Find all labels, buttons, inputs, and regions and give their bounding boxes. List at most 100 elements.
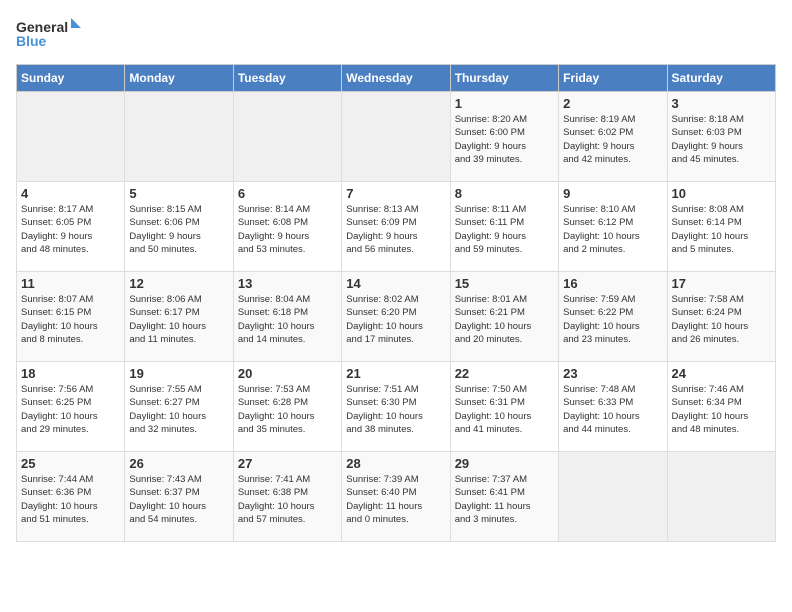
day-info: Sunrise: 7:37 AM Sunset: 6:41 PM Dayligh… (455, 473, 554, 526)
calendar-cell: 12 Sunrise: 8:06 AM Sunset: 6:17 PM Dayli… (125, 272, 233, 362)
calendar-cell: 4 Sunrise: 8:17 AM Sunset: 6:05 PM Daylig… (17, 182, 125, 272)
calendar-cell: 1 Sunrise: 8:20 AM Sunset: 6:00 PM Daylig… (450, 92, 558, 182)
day-info: Sunrise: 7:59 AM Sunset: 6:22 PM Dayligh… (563, 293, 662, 346)
day-info: Sunrise: 8:04 AM Sunset: 6:18 PM Dayligh… (238, 293, 337, 346)
calendar-cell (17, 92, 125, 182)
day-info: Sunrise: 7:48 AM Sunset: 6:33 PM Dayligh… (563, 383, 662, 436)
calendar-cell: 6 Sunrise: 8:14 AM Sunset: 6:08 PM Daylig… (233, 182, 341, 272)
day-info: Sunrise: 8:17 AM Sunset: 6:05 PM Dayligh… (21, 203, 120, 256)
day-header-thursday: Thursday (450, 65, 558, 92)
day-number: 13 (238, 276, 337, 291)
calendar-cell: 10Sunrise: 8:08 AM Sunset: 6:14 PM Dayli… (667, 182, 775, 272)
calendar-cell: 21 Sunrise: 7:51 AM Sunset: 6:30 PM Dayli… (342, 362, 450, 452)
day-info: Sunrise: 7:44 AM Sunset: 6:36 PM Dayligh… (21, 473, 120, 526)
day-info: Sunrise: 7:50 AM Sunset: 6:31 PM Dayligh… (455, 383, 554, 436)
day-number: 15 (455, 276, 554, 291)
page-header: GeneralBlue (16, 16, 776, 52)
day-number: 19 (129, 366, 228, 381)
day-number: 21 (346, 366, 445, 381)
calendar-week-5: 25 Sunrise: 7:44 AM Sunset: 6:36 PM Dayli… (17, 452, 776, 542)
day-info: Sunrise: 7:46 AM Sunset: 6:34 PM Dayligh… (672, 383, 771, 436)
calendar-week-2: 4 Sunrise: 8:17 AM Sunset: 6:05 PM Daylig… (17, 182, 776, 272)
day-info: Sunrise: 8:13 AM Sunset: 6:09 PM Dayligh… (346, 203, 445, 256)
day-number: 17 (672, 276, 771, 291)
day-info: Sunrise: 7:41 AM Sunset: 6:38 PM Dayligh… (238, 473, 337, 526)
day-info: Sunrise: 7:55 AM Sunset: 6:27 PM Dayligh… (129, 383, 228, 436)
calendar-cell: 8 Sunrise: 8:11 AM Sunset: 6:11 PM Daylig… (450, 182, 558, 272)
day-number: 28 (346, 456, 445, 471)
calendar-cell (667, 452, 775, 542)
calendar-cell: 2 Sunrise: 8:19 AM Sunset: 6:02 PM Daylig… (559, 92, 667, 182)
day-info: Sunrise: 7:51 AM Sunset: 6:30 PM Dayligh… (346, 383, 445, 436)
day-info: Sunrise: 8:14 AM Sunset: 6:08 PM Dayligh… (238, 203, 337, 256)
calendar-cell: 24 Sunrise: 7:46 AM Sunset: 6:34 PM Dayli… (667, 362, 775, 452)
day-number: 12 (129, 276, 228, 291)
day-info: Sunrise: 7:43 AM Sunset: 6:37 PM Dayligh… (129, 473, 228, 526)
calendar-week-4: 18 Sunrise: 7:56 AM Sunset: 6:25 PM Dayli… (17, 362, 776, 452)
day-info: Sunrise: 8:19 AM Sunset: 6:02 PM Dayligh… (563, 113, 662, 166)
day-number: 16 (563, 276, 662, 291)
logo: GeneralBlue (16, 16, 86, 52)
day-info: Sunrise: 8:18 AM Sunset: 6:03 PM Dayligh… (672, 113, 771, 166)
day-number: 22 (455, 366, 554, 381)
day-info: Sunrise: 8:02 AM Sunset: 6:20 PM Dayligh… (346, 293, 445, 346)
calendar-cell: 17 Sunrise: 7:58 AM Sunset: 6:24 PM Dayli… (667, 272, 775, 362)
day-info: Sunrise: 8:10 AM Sunset: 6:12 PM Dayligh… (563, 203, 662, 256)
calendar-cell: 29 Sunrise: 7:37 AM Sunset: 6:41 PM Dayli… (450, 452, 558, 542)
calendar-cell: 9 Sunrise: 8:10 AM Sunset: 6:12 PM Daylig… (559, 182, 667, 272)
calendar-cell (342, 92, 450, 182)
svg-text:Blue: Blue (16, 33, 47, 49)
day-number: 3 (672, 96, 771, 111)
calendar-header-row: SundayMondayTuesdayWednesdayThursdayFrid… (17, 65, 776, 92)
day-header-monday: Monday (125, 65, 233, 92)
day-header-wednesday: Wednesday (342, 65, 450, 92)
calendar-cell: 16 Sunrise: 7:59 AM Sunset: 6:22 PM Dayli… (559, 272, 667, 362)
calendar-cell (559, 452, 667, 542)
day-info: Sunrise: 7:56 AM Sunset: 6:25 PM Dayligh… (21, 383, 120, 436)
day-number: 24 (672, 366, 771, 381)
day-info: Sunrise: 7:53 AM Sunset: 6:28 PM Dayligh… (238, 383, 337, 436)
day-header-tuesday: Tuesday (233, 65, 341, 92)
day-number: 2 (563, 96, 662, 111)
calendar-week-3: 11 Sunrise: 8:07 AM Sunset: 6:15 PM Dayli… (17, 272, 776, 362)
calendar-cell: 19 Sunrise: 7:55 AM Sunset: 6:27 PM Dayli… (125, 362, 233, 452)
day-number: 1 (455, 96, 554, 111)
calendar-cell (125, 92, 233, 182)
calendar-cell: 22 Sunrise: 7:50 AM Sunset: 6:31 PM Dayli… (450, 362, 558, 452)
day-info: Sunrise: 8:20 AM Sunset: 6:00 PM Dayligh… (455, 113, 554, 166)
day-number: 5 (129, 186, 228, 201)
day-number: 11 (21, 276, 120, 291)
calendar-cell (233, 92, 341, 182)
calendar-table: SundayMondayTuesdayWednesdayThursdayFrid… (16, 64, 776, 542)
day-number: 18 (21, 366, 120, 381)
day-info: Sunrise: 8:01 AM Sunset: 6:21 PM Dayligh… (455, 293, 554, 346)
day-number: 25 (21, 456, 120, 471)
day-number: 14 (346, 276, 445, 291)
calendar-cell: 7 Sunrise: 8:13 AM Sunset: 6:09 PM Daylig… (342, 182, 450, 272)
calendar-cell: 28Sunrise: 7:39 AM Sunset: 6:40 PM Dayli… (342, 452, 450, 542)
calendar-cell: 23Sunrise: 7:48 AM Sunset: 6:33 PM Dayli… (559, 362, 667, 452)
calendar-cell: 18 Sunrise: 7:56 AM Sunset: 6:25 PM Dayli… (17, 362, 125, 452)
day-number: 7 (346, 186, 445, 201)
day-info: Sunrise: 8:15 AM Sunset: 6:06 PM Dayligh… (129, 203, 228, 256)
day-info: Sunrise: 8:11 AM Sunset: 6:11 PM Dayligh… (455, 203, 554, 256)
day-info: Sunrise: 8:08 AM Sunset: 6:14 PM Dayligh… (672, 203, 771, 256)
day-number: 9 (563, 186, 662, 201)
calendar-cell: 15 Sunrise: 8:01 AM Sunset: 6:21 PM Dayli… (450, 272, 558, 362)
calendar-cell: 20Sunrise: 7:53 AM Sunset: 6:28 PM Dayli… (233, 362, 341, 452)
calendar-cell: 3 Sunrise: 8:18 AM Sunset: 6:03 PM Daylig… (667, 92, 775, 182)
day-info: Sunrise: 8:06 AM Sunset: 6:17 PM Dayligh… (129, 293, 228, 346)
day-number: 4 (21, 186, 120, 201)
calendar-week-1: 1 Sunrise: 8:20 AM Sunset: 6:00 PM Daylig… (17, 92, 776, 182)
calendar-body: 1 Sunrise: 8:20 AM Sunset: 6:00 PM Daylig… (17, 92, 776, 542)
calendar-cell: 11 Sunrise: 8:07 AM Sunset: 6:15 PM Dayli… (17, 272, 125, 362)
day-info: Sunrise: 8:07 AM Sunset: 6:15 PM Dayligh… (21, 293, 120, 346)
calendar-cell: 27Sunrise: 7:41 AM Sunset: 6:38 PM Dayli… (233, 452, 341, 542)
day-number: 29 (455, 456, 554, 471)
day-info: Sunrise: 7:58 AM Sunset: 6:24 PM Dayligh… (672, 293, 771, 346)
calendar-cell: 25 Sunrise: 7:44 AM Sunset: 6:36 PM Dayli… (17, 452, 125, 542)
calendar-cell: 26Sunrise: 7:43 AM Sunset: 6:37 PM Dayli… (125, 452, 233, 542)
day-number: 6 (238, 186, 337, 201)
day-number: 8 (455, 186, 554, 201)
calendar-cell: 14 Sunrise: 8:02 AM Sunset: 6:20 PM Dayli… (342, 272, 450, 362)
